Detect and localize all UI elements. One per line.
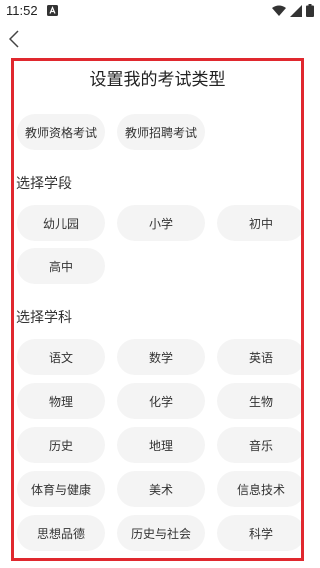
a-icon	[47, 5, 58, 16]
subject-option[interactable]: 信息技术	[217, 471, 301, 507]
subject-option[interactable]: 科学	[217, 515, 301, 551]
stage-option[interactable]: 小学	[117, 205, 205, 241]
signal-icon	[290, 4, 302, 17]
subject-option[interactable]: 历史与社会	[117, 515, 205, 551]
stage-option[interactable]: 高中	[17, 248, 105, 284]
stage-option[interactable]: 初中	[217, 205, 301, 241]
status-time: 11:52	[6, 3, 38, 18]
back-button[interactable]	[4, 28, 24, 50]
exam-type-option[interactable]: 教师资格考试	[17, 114, 105, 150]
stage-section-label: 选择学段	[16, 176, 72, 192]
battery-icon	[306, 4, 314, 17]
subject-option[interactable]: 体育与健康	[17, 471, 105, 507]
subject-option[interactable]: 音乐	[217, 427, 301, 463]
subject-option[interactable]: 物理	[17, 383, 105, 419]
subject-option[interactable]: 化学	[117, 383, 205, 419]
subject-option[interactable]: 美术	[117, 471, 205, 507]
subject-option[interactable]: 地理	[117, 427, 205, 463]
subject-option[interactable]: 思想品德	[17, 515, 105, 551]
subject-option[interactable]: 数学	[117, 339, 205, 375]
subject-option[interactable]: 英语	[217, 339, 301, 375]
wifi-icon	[272, 5, 286, 16]
subject-option[interactable]: 历史	[17, 427, 105, 463]
subject-section-label: 选择学科	[16, 310, 72, 326]
status-bar: 11:52	[0, 0, 320, 22]
exam-type-panel: 设置我的考试类型 教师资格考试 教师招聘考试 选择学段 幼儿园 小学 初中 高中…	[11, 58, 304, 561]
exam-type-option[interactable]: 教师招聘考试	[117, 114, 205, 150]
stage-option[interactable]: 幼儿园	[17, 205, 105, 241]
subject-option[interactable]: 生物	[217, 383, 301, 419]
page-title: 设置我的考试类型	[89, 70, 226, 90]
subject-option[interactable]: 语文	[17, 339, 105, 375]
chevron-left-icon	[9, 30, 19, 48]
